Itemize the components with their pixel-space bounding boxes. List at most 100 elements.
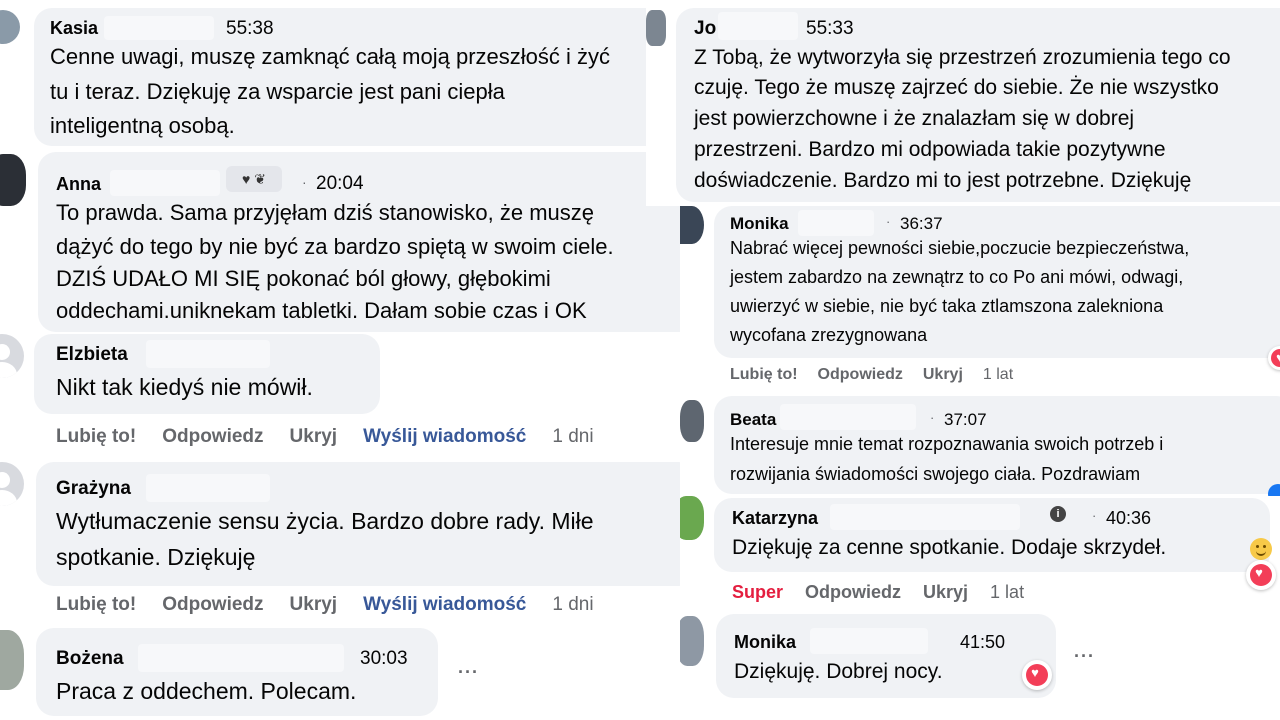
avatar[interactable] [0,630,24,690]
comment-age[interactable]: 1 lat [990,582,1024,602]
comment-line: doświadczenie. Bardzo mi to jest potrzeb… [694,169,1192,192]
redacted-surname [798,210,874,236]
comment-line: jest powierzchowne i że znalazłam się w … [694,107,1135,130]
comment-actions: Lubię to! Odpowiedz Ukryj Wyślij wiadomość 1… [56,594,620,616]
comment-line: oddechami.uniknekam tabletki. Dałam sobi… [56,298,587,323]
heart-reaction-icon[interactable] [1022,660,1052,690]
avatar[interactable] [0,154,26,206]
profile-badge: ♥ ❦ [226,166,282,192]
separator-dot: · [1092,508,1097,523]
hide-button[interactable]: Ukryj [923,366,963,383]
comment-katarzyna: Katarzyna i · 40:36 Dziękuję za cenne sp… [680,496,1280,612]
separator-dot: · [886,214,891,229]
avatar[interactable] [646,10,666,46]
comment-line: czuję. Tego że muszę zajrzeć do siebie. … [694,76,1219,99]
hide-button[interactable]: Ukryj [290,426,338,447]
redacted-surname [718,12,798,40]
redacted-surname [138,644,344,672]
comment-anna: Anna ♥ ❦ · 20:04 To prawda. Sama przyjęł… [0,148,680,334]
redacted-surname [780,404,916,430]
timestamp: 40:36 [1106,508,1152,528]
author-name[interactable]: Jo [694,18,716,40]
avatar[interactable] [680,400,704,442]
author-name[interactable]: Bożena [56,648,124,670]
reply-button[interactable]: Odpowiedz [162,594,263,615]
more-icon[interactable]: ··· [458,662,479,683]
comment-line: Praca z oddechem. Polecam. [56,678,357,704]
redacted-surname [146,474,270,502]
avatar[interactable] [680,616,704,666]
comment-monika-2: Monika 41:50 Dziękuję. Dobrej nocy. ··· [680,612,1280,720]
redacted-surname [830,504,1020,530]
separator-dot: · [302,174,307,190]
comment-jo: Jo 55:33 Z Tobą, że wytworzyła się przes… [646,0,1280,206]
default-avatar-icon[interactable] [0,462,24,506]
comment-bozena: Bożena 30:03 Praca z oddechem. Polecam. … [0,626,680,720]
author-name[interactable]: Grażyna [56,478,131,500]
heart-reaction-icon[interactable] [1268,346,1280,370]
author-name[interactable]: Kasia [50,18,98,39]
heart-reaction-icon[interactable] [1246,560,1276,590]
author-name[interactable]: Beata [730,410,776,430]
reply-button[interactable]: Odpowiedz [162,426,263,447]
comment-line: wycofana zrezygnowana [730,325,928,345]
redacted-surname [110,170,220,196]
timestamp: 55:38 [226,18,274,39]
smile-emoji-icon [1250,538,1272,560]
comment-age[interactable]: 1 dni [552,426,593,447]
comment-line: Wytłumaczenie sensu życia. Bardzo dobre … [56,508,594,534]
author-name[interactable]: Monika [730,214,789,234]
like-button[interactable]: Lubię to! [56,426,136,447]
comment-actions: Lubię to! Odpowiedz Ukryj Wyślij wiadomość 1… [56,426,620,448]
timestamp: 55:33 [806,18,854,39]
send-message-button[interactable]: Wyślij wiadomość [363,594,526,615]
comment-actions: Lubię to! Odpowiedz Ukryj 1 lat [730,366,1039,384]
comment-elzbieta: Elzbieta Nikt tak kiedyś nie mówił. Lubi… [0,334,680,458]
comment-line: jestem zabardzo na zewnątrz to co Po ani… [730,267,1184,287]
comment-line: Cenne uwagi, muszę zamknąć całą moją prz… [50,44,611,69]
redacted-surname [810,628,928,654]
comment-line: Dziękuję. Dobrej nocy. [734,660,943,683]
comment-line: To prawda. Sama przyjęłam dziś stanowisk… [56,200,594,225]
comment-line: Z Tobą, że wytworzyła się przestrzeń zro… [694,46,1231,69]
comment-age[interactable]: 1 lat [983,366,1013,383]
send-message-button[interactable]: Wyślij wiadomość [363,426,526,447]
reply-button[interactable]: Odpowiedz [805,582,901,602]
like-button[interactable]: Lubię to! [56,594,136,615]
comment-line: dążyć do tego by nie być za bardzo spięt… [56,234,614,259]
comment-line: DZIŚ UDAŁO MI SIĘ pokonać ból głowy, głę… [56,266,551,291]
hide-button[interactable]: Ukryj [923,582,968,602]
reply-button[interactable]: Odpowiedz [818,366,903,383]
comment-line: rozwijania świadomości swojego ciała. Po… [730,464,1141,484]
comment-line: inteligentną osobą. [50,113,235,138]
comment-line: Dziękuję za cenne spotkanie. Dodaje skrz… [732,536,1167,559]
comment-line: Nikt tak kiedyś nie mówił. [56,374,313,400]
like-button[interactable]: Lubię to! [730,366,798,383]
timestamp: 36:37 [900,214,943,233]
comment-monika: Monika · 36:37 Nabrać więcej pewności si… [680,206,1280,392]
comment-line: Nabrać więcej pewności siebie,poczucie b… [730,238,1190,258]
author-name[interactable]: Anna [56,174,101,195]
redacted-surname [146,340,270,368]
hide-button[interactable]: Ukryj [290,594,338,615]
avatar[interactable] [0,10,20,44]
comment-line: przestrzeni. Bardzo mi odpowiada takie p… [694,138,1166,161]
avatar[interactable] [680,496,704,540]
comment-age[interactable]: 1 dni [552,594,593,615]
comment-beata: Beata · 37:07 Interesuje mnie temat rozp… [680,392,1280,496]
timestamp: 41:50 [960,632,1006,652]
timestamp: 37:07 [944,410,987,429]
timestamp: 30:03 [360,648,408,669]
author-name[interactable]: Elzbieta [56,344,128,366]
comment-grazyna: Grażyna Wytłumaczenie sensu życia. Bardz… [0,458,680,626]
comment-bubble [716,614,1056,698]
avatar[interactable] [680,206,704,244]
more-icon[interactable]: ··· [1074,646,1095,667]
comment-actions: Super Odpowiedz Ukryj 1 lat [732,582,1050,603]
comment-line: uwierzyć w siebie, nie być taka ztlamszo… [730,296,1164,316]
default-avatar-icon[interactable] [0,334,24,378]
author-name[interactable]: Katarzyna [732,508,818,529]
info-icon[interactable]: i [1050,506,1066,522]
like-button[interactable]: Super [732,582,783,602]
author-name[interactable]: Monika [734,632,796,653]
